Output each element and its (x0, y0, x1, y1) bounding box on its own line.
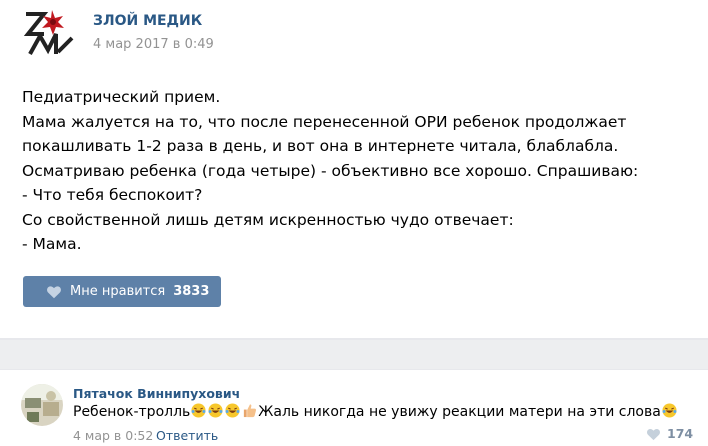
post-date-link[interactable]: 4 мар 2017 в 0:49 (93, 37, 214, 52)
like-count: 3833 (173, 284, 210, 299)
comment-date-link[interactable]: 4 мар в 0:52 (73, 428, 153, 443)
post-text-line: Педиатрический прием. (22, 88, 221, 106)
evil-medic-logo (23, 10, 74, 55)
reply-button[interactable]: Ответить (156, 428, 218, 443)
thumbs-up-emoji (244, 404, 257, 418)
like-label: Мне нравится (70, 284, 166, 299)
post-card: ЗЛОЙ МЕДИК 4 мар 2017 в 0:49 Педиатричес… (0, 0, 708, 338)
post-text-line: Осматриваю ребенка (года четыре) - объек… (22, 161, 639, 180)
comment-like-count: 174 (667, 426, 694, 441)
post-text-line: Мама жалуется на то, что после перенесен… (22, 112, 627, 131)
comment-item: Пятачок Виннипухович Ребенок-тролль Жаль … (0, 370, 708, 446)
post-text: Педиатрический прием. Мама жалуется на т… (22, 85, 682, 257)
comment-like-button[interactable]: 174 (646, 426, 693, 441)
heart-icon (647, 428, 660, 440)
post-text-line: Со свойственной лишь детям искренностью … (22, 210, 514, 229)
heart-icon (47, 285, 61, 298)
post-text-line: - Мама. (22, 235, 82, 253)
comment-text: Ребенок-тролль Жаль никогда не увижу реак… (73, 403, 678, 421)
comment-text-start: Ребенок-тролль (73, 404, 191, 420)
post-text-line: покашливать 1-2 раза в день, и вот она в… (22, 137, 619, 155)
post-text-line: - Что тебя беспокоит? (22, 186, 203, 204)
laughing-tears-emoji (662, 403, 677, 418)
laughing-tears-emoji (225, 403, 240, 418)
section-separator (0, 340, 708, 369)
comment-author-link[interactable]: Пятачок Виннипухович (73, 386, 240, 401)
commenter-avatar[interactable] (21, 384, 63, 426)
comment-text-end: Жаль никогда не увижу реакции матери на … (258, 404, 661, 420)
laughing-tears-emoji (191, 403, 206, 418)
like-button[interactable]: Мне нравится 3833 (23, 276, 221, 307)
post-author-link[interactable]: ЗЛОЙ МЕДИК (93, 13, 202, 29)
avatar-photo (21, 384, 63, 426)
author-avatar[interactable] (22, 8, 76, 58)
laughing-tears-emoji (208, 403, 223, 418)
